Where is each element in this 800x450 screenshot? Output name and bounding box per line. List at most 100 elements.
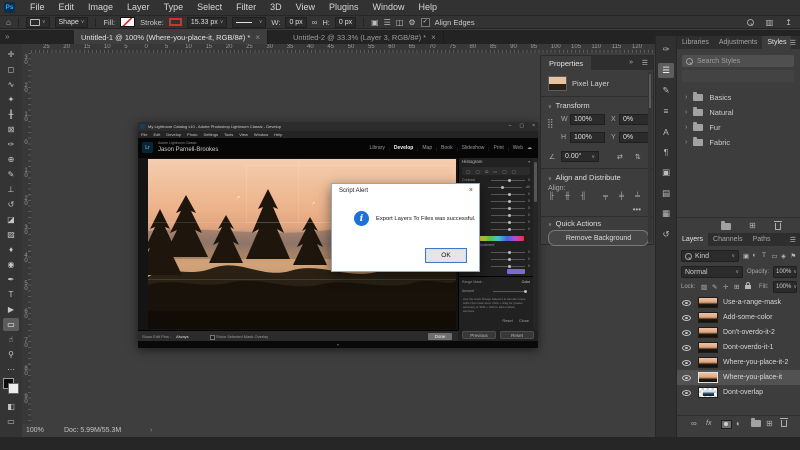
align-middle-v-icon[interactable]: ╪ bbox=[619, 193, 624, 200]
tool-presets-panel-icon[interactable]: ≡ bbox=[658, 104, 674, 119]
shape-width-field[interactable]: 0 px bbox=[285, 17, 306, 28]
reset-button[interactable]: Reset bbox=[500, 331, 534, 339]
chevron-right-icon[interactable]: › bbox=[685, 109, 687, 116]
range-mask-value[interactable]: Color bbox=[522, 280, 530, 284]
screen-mode-icon[interactable]: ▭ bbox=[3, 415, 19, 428]
tab-channels[interactable]: Channels bbox=[708, 233, 748, 246]
tool-preset-picker[interactable]: ∨ bbox=[26, 17, 50, 28]
lock-artboard-icon[interactable]: ⊞ bbox=[734, 283, 739, 291]
link-wh-icon[interactable]: ⣿ bbox=[547, 118, 554, 129]
document-tab-untitled-2[interactable]: Untitled-2 @ 33.3% (Layer 3, RGB/8#) * × bbox=[286, 30, 444, 44]
stroke-swatch[interactable] bbox=[169, 18, 182, 26]
tool-mode-select[interactable]: Shape∨ bbox=[55, 17, 89, 28]
frame-tool[interactable]: ⊠ bbox=[3, 123, 19, 136]
new-adjustment-layer-icon[interactable]: ◐ bbox=[736, 419, 741, 428]
shape-height-field[interactable]: 0 px bbox=[335, 17, 356, 28]
status-chevron-icon[interactable]: › bbox=[150, 427, 152, 434]
visibility-eye-icon[interactable] bbox=[682, 345, 691, 351]
visibility-eye-icon[interactable] bbox=[682, 375, 691, 381]
marquee-tool[interactable]: ◻ bbox=[3, 63, 19, 76]
quick-actions-header[interactable]: ∨Quick Actions bbox=[548, 219, 601, 228]
filter-pixel-layers-icon[interactable]: ▣ bbox=[743, 252, 749, 260]
mask-overlay-checkbox[interactable] bbox=[210, 335, 215, 340]
share-icon[interactable]: ↥ bbox=[785, 16, 792, 29]
lr-slider-contrast[interactable]: Contrast0 bbox=[462, 178, 530, 182]
align-edges-checkbox[interactable]: ✓ bbox=[421, 18, 430, 27]
fill-field[interactable]: 100%∨ bbox=[773, 281, 797, 293]
lr-menu-view[interactable]: View bbox=[239, 132, 248, 137]
search-styles-input[interactable]: Search Styles bbox=[682, 55, 794, 67]
mask-color-button[interactable] bbox=[507, 269, 525, 274]
layer-thumbnail[interactable] bbox=[698, 372, 718, 383]
edit-toolbar-icon[interactable]: ⋯ bbox=[3, 363, 19, 376]
align-top-icon[interactable]: ╤ bbox=[603, 193, 608, 200]
clone-source-panel-icon[interactable]: ▣ bbox=[658, 165, 674, 180]
properties-scrollbar[interactable] bbox=[648, 72, 652, 242]
lr-menu-file[interactable]: File bbox=[141, 132, 147, 137]
menu-image[interactable]: Image bbox=[81, 0, 120, 15]
layer-row-dont-overdo-it-1[interactable]: Dont-overdo-it-1 bbox=[677, 340, 800, 355]
layer-thumbnail[interactable] bbox=[698, 297, 718, 308]
color-swatches[interactable] bbox=[3, 378, 19, 394]
layer-row-don-t-overdo-it-2[interactable]: Don't-overdo-it-2 bbox=[677, 325, 800, 340]
move-tool[interactable]: ✛ bbox=[3, 48, 19, 61]
lr-module-web[interactable]: Web bbox=[513, 145, 523, 151]
dodge-tool[interactable]: ◉ bbox=[3, 258, 19, 271]
menu-plugins[interactable]: Plugins bbox=[322, 0, 366, 15]
tab-libraries[interactable]: Libraries bbox=[677, 36, 714, 49]
path-selection-tool[interactable]: ▶ bbox=[3, 303, 19, 316]
histogram-header[interactable]: Histogram bbox=[462, 159, 483, 164]
workspace-icon[interactable]: ▥ bbox=[766, 16, 774, 29]
menu-window[interactable]: Window bbox=[366, 0, 412, 15]
close-tab-icon[interactable]: × bbox=[255, 33, 260, 42]
type-tool[interactable]: T bbox=[3, 288, 19, 301]
gradient-tool[interactable]: ▨ bbox=[3, 228, 19, 241]
background-color-swatch[interactable] bbox=[8, 383, 19, 394]
menu-select[interactable]: Select bbox=[190, 0, 229, 15]
path-alignment-icon[interactable]: ☰ bbox=[384, 16, 391, 29]
menu-type[interactable]: Type bbox=[157, 0, 191, 15]
layer-row-where-you-place-it-2[interactable]: Where-you-place-it-2 bbox=[677, 355, 800, 370]
layer-thumbnail[interactable] bbox=[698, 342, 718, 353]
pen-tool[interactable]: ✒ bbox=[3, 273, 19, 286]
transform-h-field[interactable]: 100% bbox=[570, 132, 605, 143]
menu-help[interactable]: Help bbox=[412, 0, 445, 15]
lr-module-library[interactable]: Library bbox=[370, 145, 385, 151]
lock-position-icon[interactable]: ✛ bbox=[723, 283, 728, 291]
close-link[interactable]: Close bbox=[519, 318, 529, 323]
crop-tool[interactable]: ╂ bbox=[3, 108, 19, 121]
transform-x-field[interactable]: 0% bbox=[619, 114, 649, 125]
align-left-icon[interactable]: ╟ bbox=[549, 193, 554, 200]
patterns-panel-icon[interactable]: ▦ bbox=[658, 206, 674, 221]
visibility-eye-icon[interactable] bbox=[682, 360, 691, 366]
visibility-eye-icon[interactable] bbox=[682, 390, 691, 396]
filmstrip-caret-icon[interactable]: ▾ bbox=[337, 342, 339, 347]
home-icon[interactable]: ⌂ bbox=[6, 16, 11, 29]
clone-stamp-tool[interactable]: ⊥ bbox=[3, 183, 19, 196]
align-bottom-icon[interactable]: ╧ bbox=[635, 193, 640, 200]
tab-layers[interactable]: Layers bbox=[677, 233, 708, 246]
chevron-right-icon[interactable]: › bbox=[685, 124, 687, 131]
paragraph-panel-icon[interactable]: ¶ bbox=[658, 145, 674, 160]
lr-menu-settings[interactable]: Settings bbox=[204, 132, 218, 137]
lr-menu-develop[interactable]: Develop bbox=[166, 132, 181, 137]
layer-row-where-you-place-it[interactable]: Where-you-place-it bbox=[677, 370, 800, 385]
mask-pin-icon[interactable]: ↗ bbox=[311, 201, 315, 207]
more-options-icon[interactable]: ••• bbox=[633, 205, 641, 214]
brushes-panel-icon[interactable]: ✑ bbox=[658, 42, 674, 57]
tab-styles[interactable]: Styles bbox=[762, 36, 791, 49]
mask-pin-icon[interactable]: ◆ bbox=[303, 249, 306, 254]
dialog-close-icon[interactable]: × bbox=[469, 187, 473, 194]
lock-all-icon[interactable] bbox=[745, 284, 751, 291]
menu-filter[interactable]: Filter bbox=[229, 0, 263, 15]
filter-adjustment-layers-icon[interactable]: ◐ bbox=[753, 252, 757, 259]
brush-settings-panel-icon[interactable]: ✎ bbox=[658, 83, 674, 98]
menu-file[interactable]: File bbox=[23, 0, 52, 15]
transform-section-header[interactable]: ∨Transform bbox=[548, 101, 590, 110]
lr-menu-photo[interactable]: Photo bbox=[187, 132, 197, 137]
menu-layer[interactable]: Layer bbox=[120, 0, 157, 15]
align-right-icon[interactable]: ╢ bbox=[581, 193, 586, 200]
tab-properties[interactable]: Properties bbox=[541, 56, 591, 70]
chevron-right-icon[interactable]: › bbox=[685, 94, 687, 101]
eyedropper-tool[interactable]: ✑ bbox=[3, 138, 19, 151]
